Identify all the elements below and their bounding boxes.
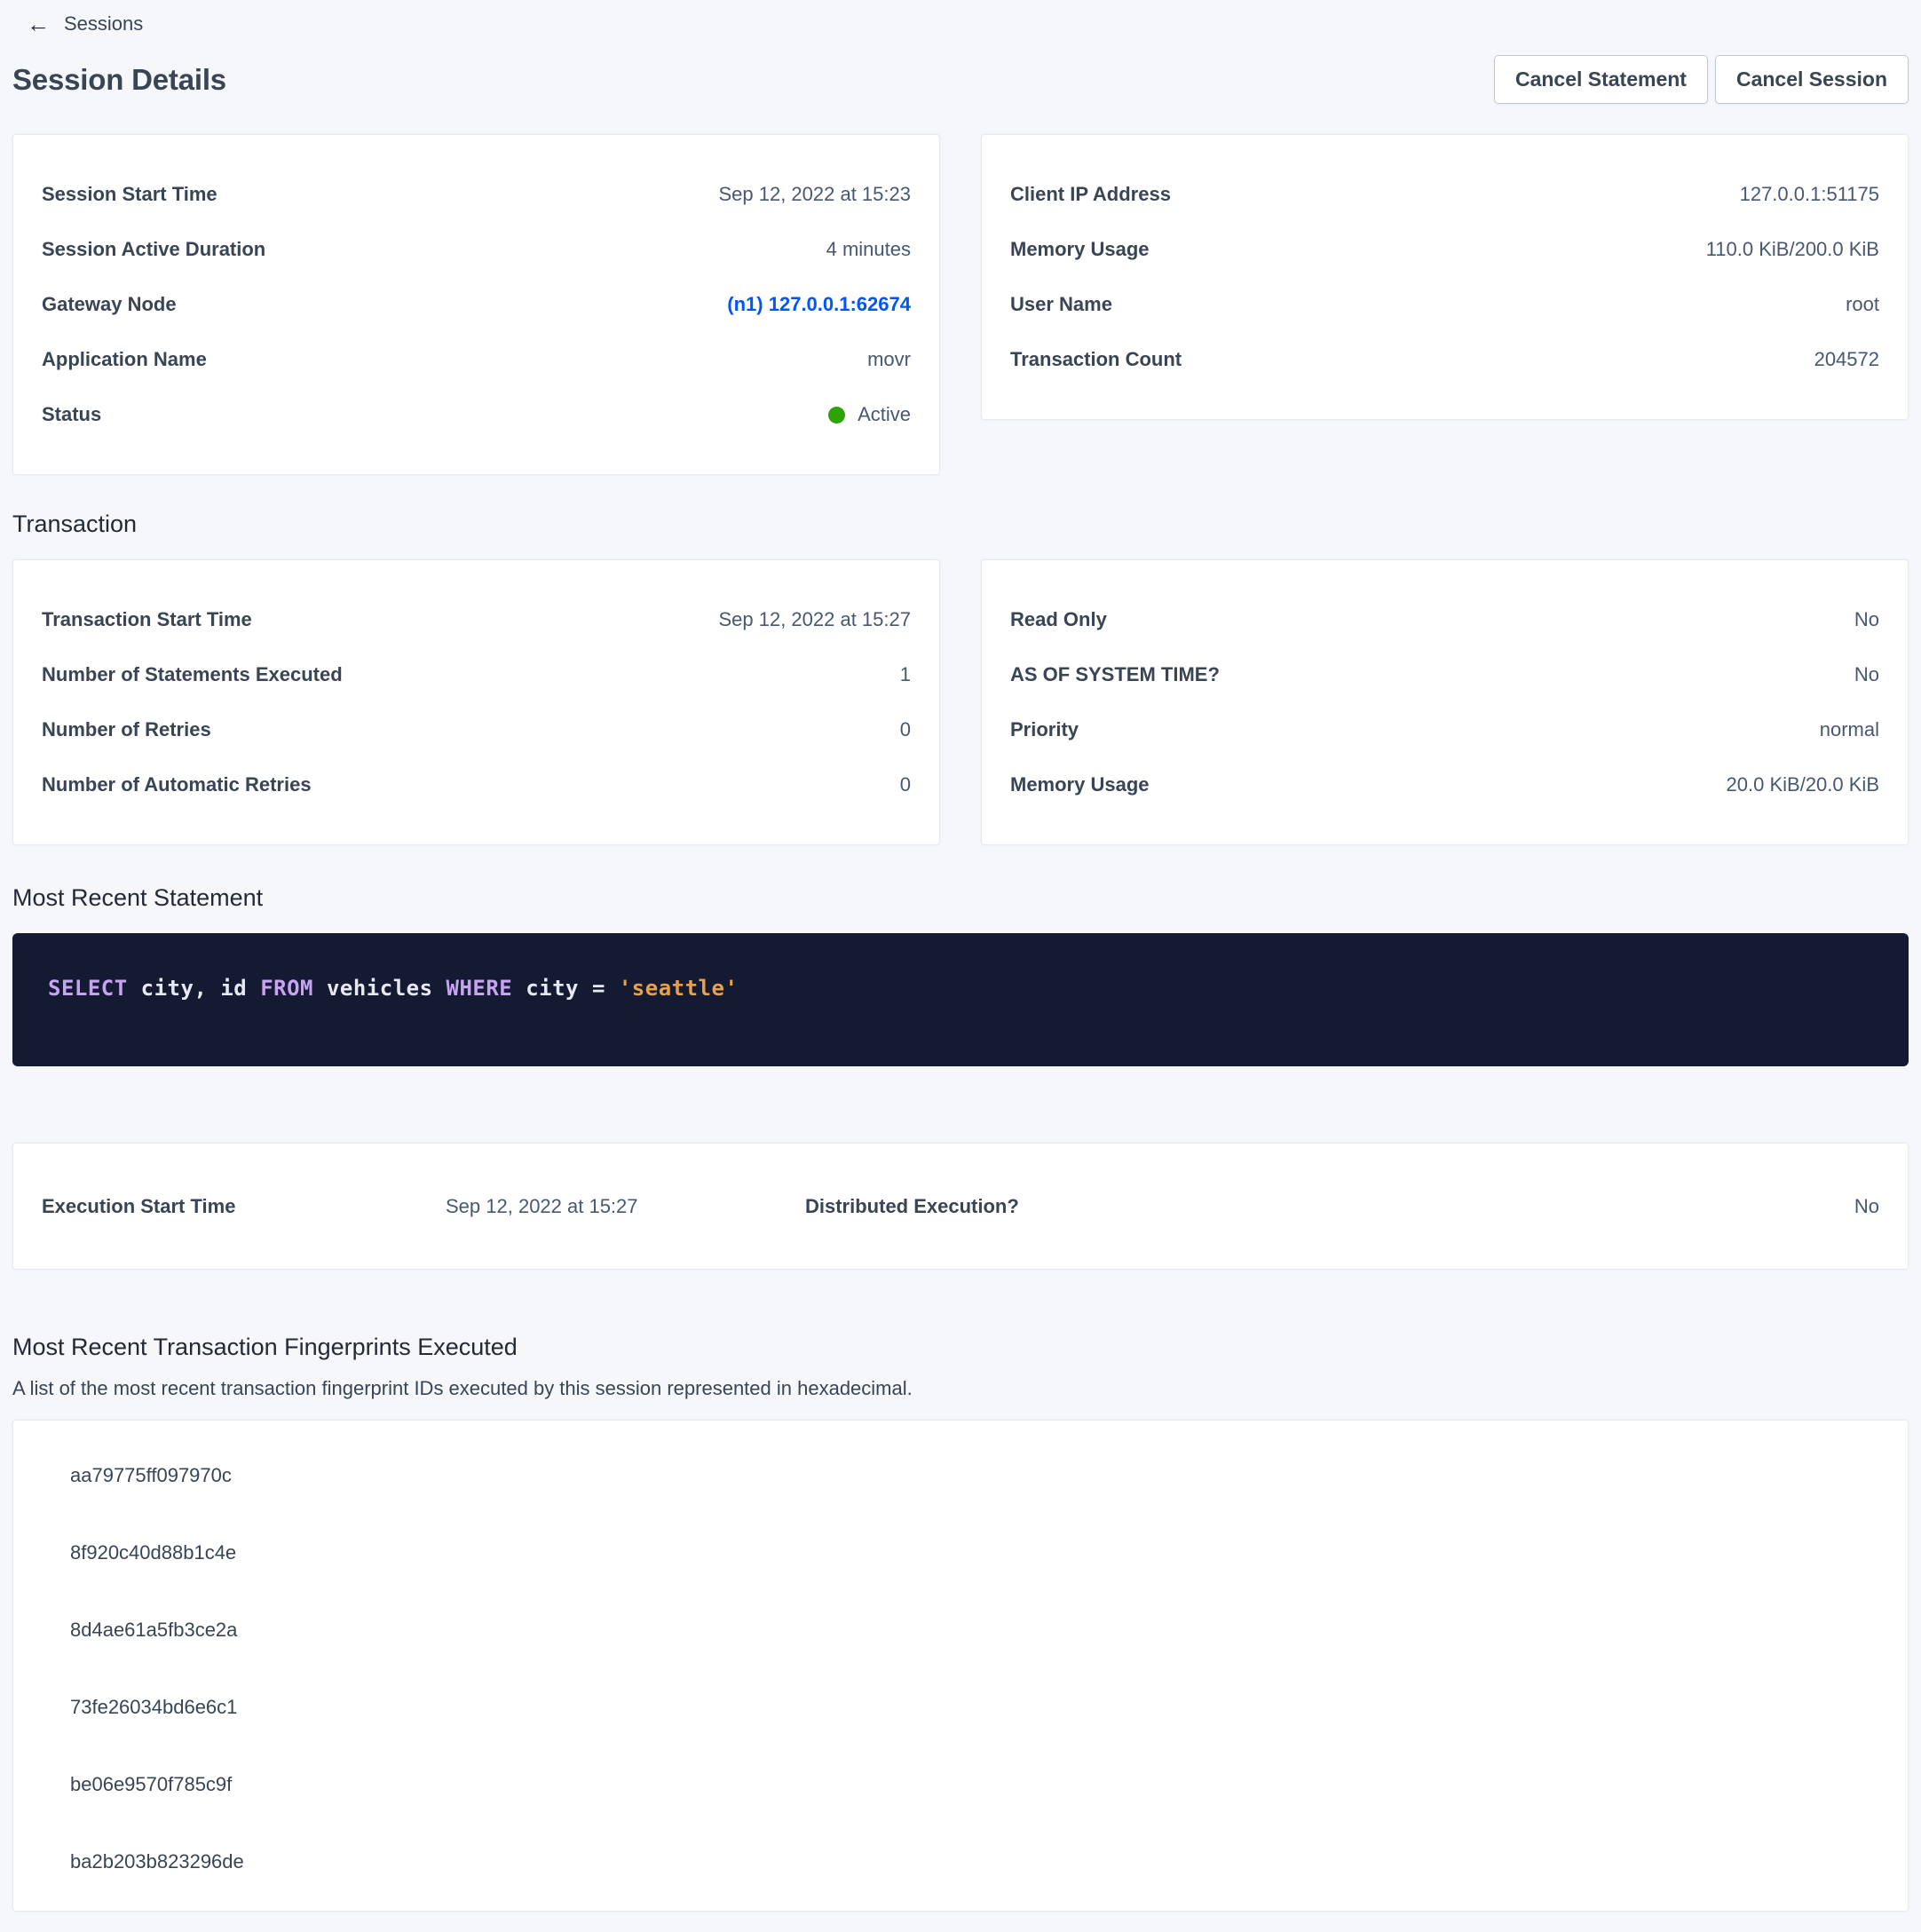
status-badge: Active bbox=[828, 403, 911, 426]
kv-label: Session Start Time bbox=[42, 183, 217, 206]
kv-label: User Name bbox=[1010, 293, 1112, 316]
client-info-card: Client IP Address 127.0.0.1:51175 Memory… bbox=[981, 134, 1909, 420]
kv-label: AS OF SYSTEM TIME? bbox=[1010, 663, 1220, 686]
kv-value: 0 bbox=[900, 718, 911, 741]
memory-usage-row: Memory Usage 110.0 KiB/200.0 KiB bbox=[1010, 222, 1879, 277]
page-header: Session Details Cancel Statement Cancel … bbox=[12, 55, 1909, 104]
kv-value: root bbox=[1846, 293, 1879, 316]
fingerprint-item: 73fe26034bd6e6c1 bbox=[13, 1668, 1908, 1746]
kv-label: Client IP Address bbox=[1010, 183, 1171, 206]
kv-label: Session Active Duration bbox=[42, 238, 265, 261]
statements-executed-row: Number of Statements Executed 1 bbox=[42, 647, 911, 702]
application-name-row: Application Name movr bbox=[42, 332, 911, 387]
fingerprint-item: 8f920c40d88b1c4e bbox=[13, 1514, 1908, 1591]
session-info-card: Session Start Time Sep 12, 2022 at 15:23… bbox=[12, 134, 940, 475]
kv-value: 127.0.0.1:51175 bbox=[1740, 183, 1879, 206]
kv-value: Sep 12, 2022 at 15:27 bbox=[718, 608, 911, 631]
fingerprints-section-title: Most Recent Transaction Fingerprints Exe… bbox=[12, 1334, 1909, 1361]
fingerprint-item: ba2b203b823296de bbox=[13, 1823, 1908, 1900]
kv-label: Number of Statements Executed bbox=[42, 663, 343, 686]
fingerprint-item: 8d4ae61a5fb3ce2a bbox=[13, 1591, 1908, 1668]
user-name-row: User Name root bbox=[1010, 277, 1879, 332]
kv-label: Transaction Count bbox=[1010, 348, 1182, 371]
page-title: Session Details bbox=[12, 63, 226, 97]
kv-label: Priority bbox=[1010, 718, 1079, 741]
status-row: Status Active bbox=[42, 387, 911, 442]
fingerprint-item: be06e9570f785c9f bbox=[13, 1746, 1908, 1823]
back-arrow-icon: ← bbox=[27, 12, 50, 36]
as-of-system-time-row: AS OF SYSTEM TIME? No bbox=[1010, 647, 1879, 702]
kv-label: Status bbox=[42, 403, 101, 426]
kv-value: 0 bbox=[900, 773, 911, 796]
distributed-execution-value: No bbox=[1019, 1195, 1879, 1218]
kv-label: Number of Automatic Retries bbox=[42, 773, 312, 796]
sql-text: city, id bbox=[141, 976, 261, 1001]
transaction-section-title: Transaction bbox=[12, 511, 1909, 538]
kv-value: 4 minutes bbox=[826, 238, 911, 261]
kv-value: normal bbox=[1820, 718, 1879, 741]
breadcrumb[interactable]: ← Sessions bbox=[27, 0, 143, 36]
cancel-statement-button[interactable]: Cancel Statement bbox=[1494, 55, 1708, 104]
gateway-node-link[interactable]: (n1) 127.0.0.1:62674 bbox=[727, 293, 911, 316]
transaction-count-row: Transaction Count 204572 bbox=[1010, 332, 1879, 387]
sql-statement-box: SELECT city, id FROM vehicles WHERE city… bbox=[12, 933, 1909, 1066]
sql-keyword: FROM bbox=[260, 976, 327, 1001]
kv-value: 204572 bbox=[1814, 348, 1879, 371]
automatic-retries-row: Number of Automatic Retries 0 bbox=[42, 757, 911, 812]
status-active-dot-icon bbox=[828, 407, 845, 424]
session-summary-grid: Session Start Time Sep 12, 2022 at 15:23… bbox=[12, 134, 1909, 475]
sql-statement: SELECT city, id FROM vehicles WHERE city… bbox=[48, 976, 738, 1001]
transaction-info-card: Transaction Start Time Sep 12, 2022 at 1… bbox=[12, 559, 940, 845]
kv-value: No bbox=[1854, 608, 1879, 631]
distributed-execution-label: Distributed Execution? bbox=[805, 1195, 1019, 1218]
status-text: Active bbox=[858, 403, 911, 426]
session-start-time-row: Session Start Time Sep 12, 2022 at 15:23 bbox=[42, 167, 911, 222]
transaction-grid: Transaction Start Time Sep 12, 2022 at 1… bbox=[12, 559, 1909, 845]
fingerprints-description: A list of the most recent transaction fi… bbox=[12, 1377, 1909, 1400]
read-only-row: Read Only No bbox=[1010, 592, 1879, 647]
fingerprints-card: aa79775ff097970c 8f920c40d88b1c4e 8d4ae6… bbox=[12, 1420, 1909, 1912]
transaction-props-card: Read Only No AS OF SYSTEM TIME? No Prior… bbox=[981, 559, 1909, 845]
sql-keyword: WHERE bbox=[447, 976, 526, 1001]
execution-card: Execution Start Time Sep 12, 2022 at 15:… bbox=[12, 1143, 1909, 1270]
sql-string-literal: 'seattle' bbox=[619, 976, 739, 1001]
sql-text: city = bbox=[526, 976, 619, 1001]
sql-keyword: SELECT bbox=[48, 976, 141, 1001]
session-details-page: ← Sessions Session Details Cancel Statem… bbox=[0, 0, 1921, 1912]
execution-start-time-label: Execution Start Time bbox=[42, 1195, 446, 1218]
statement-section-title: Most Recent Statement bbox=[12, 884, 1909, 912]
kv-value: 110.0 KiB/200.0 KiB bbox=[1706, 238, 1879, 261]
transaction-start-time-row: Transaction Start Time Sep 12, 2022 at 1… bbox=[42, 592, 911, 647]
header-actions: Cancel Statement Cancel Session bbox=[1494, 55, 1909, 104]
kv-value: No bbox=[1854, 663, 1879, 686]
gateway-node-row: Gateway Node (n1) 127.0.0.1:62674 bbox=[42, 277, 911, 332]
kv-label: Memory Usage bbox=[1010, 238, 1150, 261]
kv-label: Transaction Start Time bbox=[42, 608, 252, 631]
kv-label: Memory Usage bbox=[1010, 773, 1150, 796]
sql-text: vehicles bbox=[327, 976, 447, 1001]
kv-value: movr bbox=[867, 348, 911, 371]
kv-label: Read Only bbox=[1010, 608, 1107, 631]
txn-memory-usage-row: Memory Usage 20.0 KiB/20.0 KiB bbox=[1010, 757, 1879, 812]
fingerprint-item: aa79775ff097970c bbox=[13, 1437, 1908, 1514]
kv-label: Application Name bbox=[42, 348, 207, 371]
priority-row: Priority normal bbox=[1010, 702, 1879, 757]
execution-start-time-value: Sep 12, 2022 at 15:27 bbox=[446, 1195, 805, 1218]
kv-value: 1 bbox=[900, 663, 911, 686]
kv-value: Sep 12, 2022 at 15:23 bbox=[718, 183, 911, 206]
kv-value: 20.0 KiB/20.0 KiB bbox=[1727, 773, 1879, 796]
client-ip-row: Client IP Address 127.0.0.1:51175 bbox=[1010, 167, 1879, 222]
kv-label: Number of Retries bbox=[42, 718, 211, 741]
kv-label: Gateway Node bbox=[42, 293, 177, 316]
breadcrumb-label: Sessions bbox=[64, 12, 143, 36]
retries-row: Number of Retries 0 bbox=[42, 702, 911, 757]
cancel-session-button[interactable]: Cancel Session bbox=[1715, 55, 1909, 104]
session-active-duration-row: Session Active Duration 4 minutes bbox=[42, 222, 911, 277]
